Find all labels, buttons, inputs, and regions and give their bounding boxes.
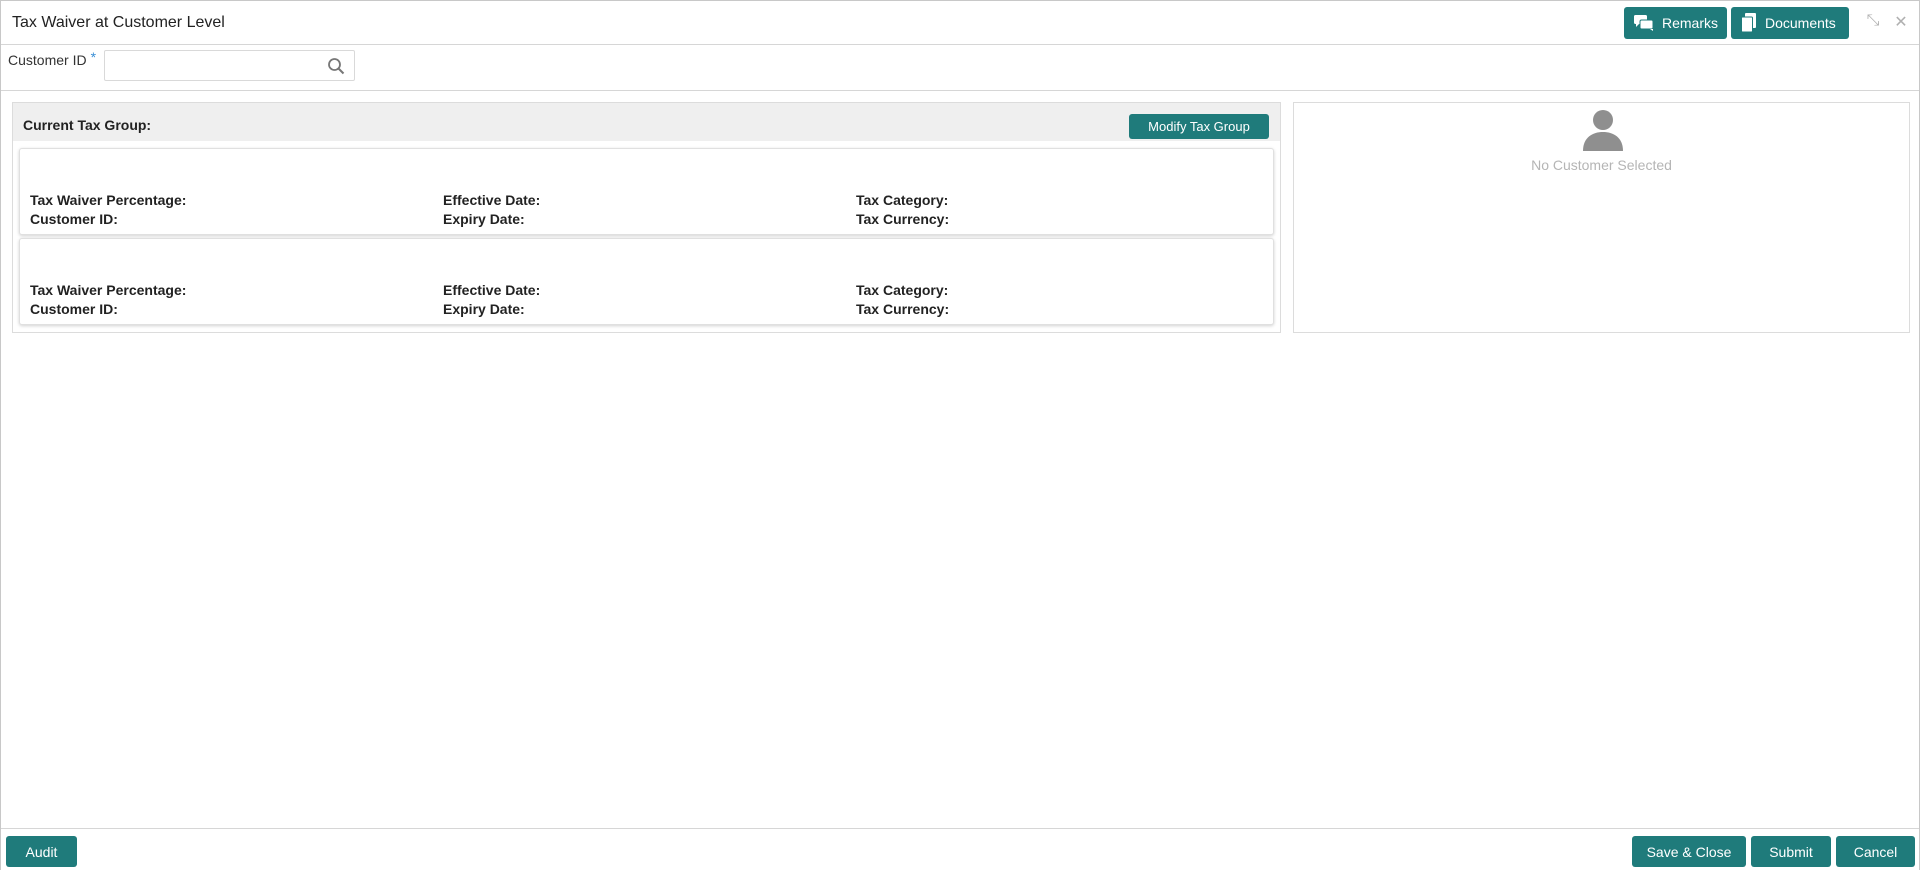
tax-category-label: Tax Category: bbox=[856, 282, 949, 298]
user-avatar-icon bbox=[1579, 105, 1627, 153]
submit-button[interactable]: Submit bbox=[1751, 836, 1831, 867]
footer-bar: Audit Save & Close Submit Cancel bbox=[1, 828, 1919, 870]
audit-button[interactable]: Audit bbox=[6, 836, 77, 867]
customer-id-label-text: Customer ID bbox=[8, 52, 87, 68]
current-tax-group-panel: Current Tax Group: Modify Tax Group Tax … bbox=[12, 102, 1281, 333]
expiry-date-label: Expiry Date: bbox=[443, 211, 525, 227]
minimize-icon[interactable]: ⤡ bbox=[1863, 12, 1883, 30]
save-close-button[interactable]: Save & Close bbox=[1632, 836, 1746, 867]
tax-waiver-window: Tax Waiver at Customer Level Remarks Doc… bbox=[0, 0, 1920, 870]
tax-waiver-percentage-label: Tax Waiver Percentage: bbox=[30, 282, 187, 298]
tax-group-card: Tax Waiver Percentage: Customer ID: Effe… bbox=[19, 238, 1274, 325]
effective-date-label: Effective Date: bbox=[443, 282, 541, 298]
tax-group-header: Current Tax Group: Modify Tax Group bbox=[13, 103, 1280, 141]
page-title: Tax Waiver at Customer Level bbox=[12, 14, 225, 31]
tax-group-card: Tax Waiver Percentage: Customer ID: Effe… bbox=[19, 148, 1274, 235]
customer-row: Customer ID * bbox=[1, 45, 1919, 91]
chat-bubbles-icon bbox=[1634, 15, 1654, 31]
documents-icon bbox=[1741, 13, 1757, 33]
close-icon[interactable]: ✕ bbox=[1891, 12, 1911, 32]
tax-currency-label: Tax Currency: bbox=[856, 301, 950, 317]
required-asterisk: * bbox=[90, 49, 97, 65]
customer-info-panel: No Customer Selected bbox=[1293, 102, 1910, 333]
tax-group-title: Current Tax Group: bbox=[23, 117, 152, 133]
customer-id-field-label: Customer ID: bbox=[30, 211, 118, 227]
remarks-label: Remarks bbox=[1662, 15, 1719, 31]
customer-id-field bbox=[104, 50, 355, 81]
effective-date-label: Effective Date: bbox=[443, 192, 541, 208]
window-header: Tax Waiver at Customer Level Remarks Doc… bbox=[1, 1, 1919, 45]
customer-id-input[interactable] bbox=[105, 51, 336, 80]
search-icon[interactable] bbox=[327, 57, 345, 75]
documents-button[interactable]: Documents bbox=[1731, 7, 1849, 39]
customer-id-label: Customer ID * bbox=[8, 49, 97, 68]
customer-id-field-label: Customer ID: bbox=[30, 301, 118, 317]
expiry-date-label: Expiry Date: bbox=[443, 301, 525, 317]
modify-tax-group-button[interactable]: Modify Tax Group bbox=[1129, 114, 1269, 139]
tax-category-label: Tax Category: bbox=[856, 192, 949, 208]
tax-waiver-percentage-label: Tax Waiver Percentage: bbox=[30, 192, 187, 208]
no-customer-text: No Customer Selected bbox=[1531, 157, 1672, 173]
cancel-button[interactable]: Cancel bbox=[1836, 836, 1915, 867]
remarks-button[interactable]: Remarks bbox=[1624, 7, 1727, 39]
tax-currency-label: Tax Currency: bbox=[856, 211, 950, 227]
documents-label: Documents bbox=[1765, 15, 1836, 31]
